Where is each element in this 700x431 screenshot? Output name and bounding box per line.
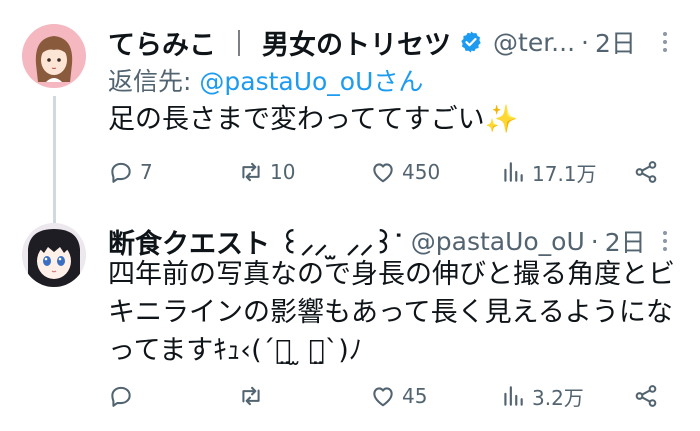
name-separator: ｜ <box>226 29 253 60</box>
more-icon[interactable] <box>655 225 675 257</box>
avatar-teramiko[interactable] <box>22 24 86 88</box>
avatar-illustration <box>22 24 86 88</box>
share-icon <box>635 385 657 407</box>
display-name-suffix[interactable]: 男女のトリセツ <box>262 23 451 62</box>
verified-badge-icon <box>461 31 481 53</box>
views-count: 3.2万 <box>532 385 584 410</box>
views-icon <box>504 386 523 406</box>
action-bar: 7 10 450 17.1万 <box>108 157 668 187</box>
avatar-danjiki-quest[interactable] <box>22 223 86 287</box>
views-count: 17.1万 <box>532 161 597 186</box>
views-button[interactable]: 3.2万 <box>500 381 584 411</box>
reply-button[interactable] <box>108 381 140 411</box>
timestamp[interactable]: 2日 <box>595 24 636 60</box>
user-handle[interactable]: @pastaUo_oU <box>411 227 585 256</box>
user-handle[interactable]: @ter... <box>493 28 575 57</box>
retweet-icon <box>242 386 260 406</box>
share-button[interactable] <box>633 381 659 411</box>
views-icon <box>504 162 523 182</box>
retweet-button[interactable] <box>238 381 270 411</box>
meta-dot: · <box>581 27 589 57</box>
like-count: 45 <box>402 384 428 408</box>
tweet-text: 四年前の写真なので身長の伸びと撮る角度とビキニラインの影響もあって長く見えるよう… <box>108 259 675 366</box>
display-name[interactable]: 断食クエスト ꒰⸝⸝ ̫ ⸝⸝꒱ᐝ <box>108 222 403 261</box>
thread-connector-line <box>53 96 56 224</box>
like-button[interactable]: 45 <box>370 381 427 411</box>
tweet-header: てらみこ ｜ 男女のトリセツ @ter... · 2日 <box>108 22 636 62</box>
share-button[interactable] <box>633 157 659 187</box>
reply-button[interactable]: 7 <box>108 157 153 187</box>
reply-icon <box>111 386 131 407</box>
more-icon[interactable] <box>655 26 675 58</box>
like-button[interactable]: 450 <box>370 157 440 187</box>
like-icon <box>373 163 393 183</box>
reply-to-line: 返信先: @pastaUo_oUさん <box>108 64 423 100</box>
reply-count: 7 <box>140 160 153 184</box>
tweet-2[interactable]: 断食クエスト ꒰⸝⸝ ̫ ⸝⸝꒱ᐝ @pastaUo_oU · 2日 四年前の写… <box>0 215 700 431</box>
retweet-count: 10 <box>270 160 296 184</box>
avatar-illustration <box>22 223 86 287</box>
display-name[interactable]: てらみこ <box>108 23 216 62</box>
tweet-header: 断食クエスト ꒰⸝⸝ ̫ ⸝⸝꒱ᐝ @pastaUo_oU · 2日 <box>108 221 646 261</box>
timestamp[interactable]: 2日 <box>605 223 646 259</box>
action-bar: 45 3.2万 <box>108 381 668 411</box>
retweet-button[interactable]: 10 <box>238 157 295 187</box>
reply-to-mention[interactable]: @pastaUo_oUさん <box>199 67 423 96</box>
like-icon <box>373 387 393 407</box>
views-button[interactable]: 17.1万 <box>500 157 597 187</box>
reply-to-prefix: 返信先: <box>108 67 200 96</box>
like-count: 450 <box>402 160 441 184</box>
reply-icon <box>111 162 131 183</box>
tweet-1[interactable]: てらみこ ｜ 男女のトリセツ @ter... · 2日 返信先: @pastaU… <box>0 0 700 224</box>
meta-dot: · <box>590 226 599 256</box>
retweet-icon <box>242 162 260 182</box>
tweet-text: 足の長さまで変わっててすごい✨ <box>108 104 519 135</box>
share-icon <box>635 161 657 183</box>
